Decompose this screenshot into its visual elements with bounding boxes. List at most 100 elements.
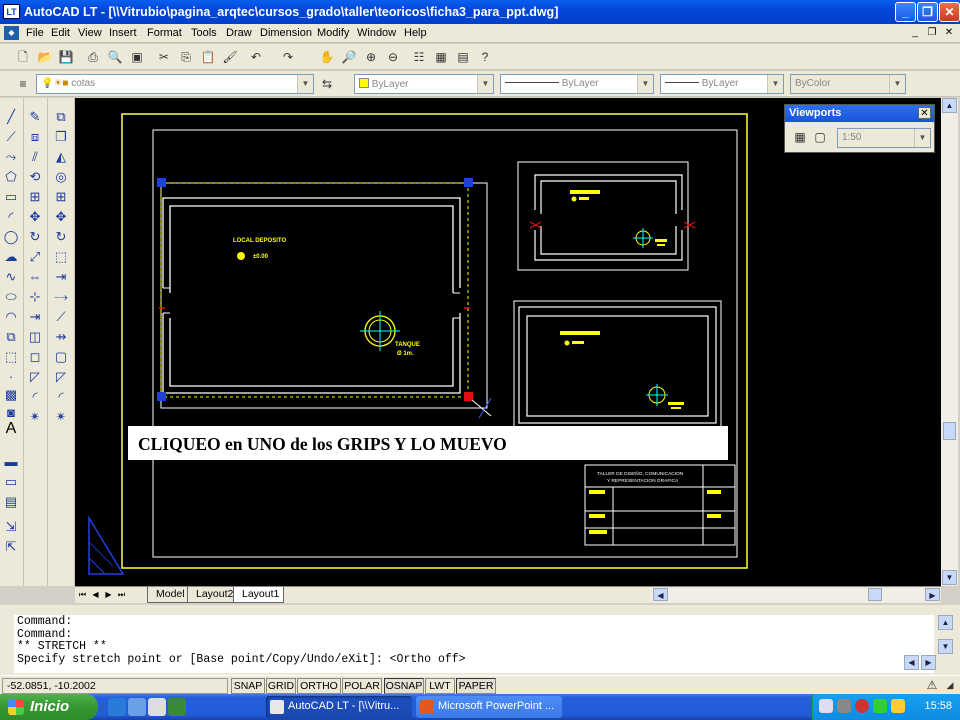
chevron-down-icon[interactable]: ▼ bbox=[297, 75, 313, 93]
layer-manager-icon[interactable]: ≡ bbox=[14, 75, 32, 93]
chevron-down-icon[interactable]: ▼ bbox=[914, 129, 930, 147]
document-icon[interactable]: ◆ bbox=[4, 26, 19, 40]
menu-insert[interactable]: Insert bbox=[109, 27, 137, 39]
menu-file[interactable]: File bbox=[26, 27, 44, 39]
task-autocad[interactable]: AutoCAD LT - [\\Vitru... bbox=[266, 696, 412, 718]
chevron-down-icon[interactable]: ▼ bbox=[637, 75, 653, 93]
coordinates-display[interactable]: -52.0851, -10.2002 bbox=[2, 678, 228, 694]
grip-bottom-left[interactable] bbox=[157, 392, 166, 401]
point-icon[interactable]: · bbox=[2, 368, 20, 386]
grip-top-left[interactable] bbox=[157, 178, 166, 187]
grip-bottom-right-hot[interactable] bbox=[464, 392, 473, 401]
dim-update-icon[interactable]: ⇱ bbox=[2, 538, 20, 556]
vertical-scrollbar[interactable]: ▲ ▼ bbox=[941, 98, 958, 586]
grip-top-right[interactable] bbox=[464, 178, 473, 187]
security-icon[interactable] bbox=[873, 699, 887, 713]
mirror-icon[interactable]: ◭ bbox=[52, 148, 70, 166]
scroll-right-icon[interactable]: ▶ bbox=[925, 588, 940, 601]
fillet-icon[interactable]: ◜ bbox=[26, 388, 44, 406]
viewports-dialog-icon[interactable]: ▦ bbox=[791, 128, 809, 146]
offset-icon[interactable]: ⟲ bbox=[26, 168, 44, 186]
preview-icon[interactable]: 🔍 bbox=[106, 48, 124, 66]
ie-icon[interactable] bbox=[108, 698, 126, 716]
circle-icon[interactable]: ◯ bbox=[2, 228, 20, 246]
maximize-button[interactable]: ❐ bbox=[917, 2, 938, 22]
cut-icon[interactable]: ✂ bbox=[155, 48, 173, 66]
spline-icon[interactable]: ∿ bbox=[2, 268, 20, 286]
drawing-area[interactable]: LOCAL DEPOSITO ±0.00 TANQUE Ø 1m. TALLER… bbox=[75, 98, 941, 586]
viewport-scale-dropdown[interactable]: 1:50 ▼ bbox=[837, 128, 931, 148]
open-icon[interactable]: 📂 bbox=[36, 48, 54, 66]
scroll-down-icon[interactable]: ▼ bbox=[942, 570, 957, 585]
doc-restore-icon[interactable]: ❐ bbox=[925, 27, 939, 40]
make-block-icon[interactable]: ⬚ bbox=[2, 348, 20, 366]
antivirus-icon[interactable] bbox=[855, 699, 869, 713]
scale-icon[interactable]: ⤢ bbox=[26, 248, 44, 266]
menu-view[interactable]: View bbox=[78, 27, 102, 39]
zoom-realtime-icon[interactable]: 🔎 bbox=[340, 48, 358, 66]
lineweight-dropdown[interactable]: ByLayer ▼ bbox=[660, 74, 784, 94]
offset-icon[interactable]: ◎ bbox=[52, 168, 70, 186]
arc-icon[interactable]: ◜ bbox=[2, 208, 20, 226]
break-icon[interactable]: ◫ bbox=[26, 328, 44, 346]
zoom-previous-icon[interactable]: ⊖ bbox=[384, 48, 402, 66]
toggle-osnap[interactable]: OSNAP bbox=[384, 678, 424, 694]
matchprop-icon[interactable]: 🖌 bbox=[221, 48, 239, 66]
menu-tools[interactable]: Tools bbox=[191, 27, 217, 39]
outlook-express-icon[interactable] bbox=[128, 698, 146, 716]
zoom-window-icon[interactable]: ⊕ bbox=[362, 48, 380, 66]
chevron-down-icon[interactable]: ▼ bbox=[767, 75, 783, 93]
menu-format[interactable]: Format bbox=[147, 27, 182, 39]
move-icon[interactable]: ✥ bbox=[52, 208, 70, 226]
menu-modify[interactable]: Modify bbox=[317, 27, 349, 39]
scroll-right-icon[interactable]: ▶ bbox=[921, 655, 936, 670]
print-icon[interactable]: ⎙ bbox=[84, 48, 102, 66]
scroll-thumb[interactable] bbox=[943, 422, 956, 440]
copy-icon[interactable]: ❐ bbox=[52, 128, 70, 146]
new-icon[interactable]: 🗋 bbox=[14, 48, 32, 66]
insert-block-icon[interactable]: ⧉ bbox=[2, 328, 20, 346]
stretch-icon[interactable]: ⇥ bbox=[52, 268, 70, 286]
dim-aligned-icon[interactable]: ▭ bbox=[2, 473, 20, 491]
redo-icon[interactable]: ↷ bbox=[279, 48, 297, 66]
save-icon[interactable]: 💾 bbox=[57, 48, 75, 66]
hscroll-thumb[interactable] bbox=[868, 588, 882, 601]
menu-window[interactable]: Window bbox=[357, 27, 396, 39]
media-player-icon[interactable] bbox=[168, 698, 186, 716]
close-button[interactable]: ✕ bbox=[939, 2, 960, 22]
layer-dropdown[interactable]: 💡☀■ cotas ▼ bbox=[36, 74, 314, 94]
last-tab-icon[interactable]: ⏭ bbox=[116, 589, 127, 601]
toolpalettes-icon[interactable]: ▤ bbox=[454, 48, 472, 66]
dim-style-icon[interactable]: ▤ bbox=[2, 493, 20, 511]
trim-icon[interactable]: ⊹ bbox=[26, 288, 44, 306]
copy-object-icon[interactable]: ⧈ bbox=[26, 128, 44, 146]
update-icon[interactable] bbox=[891, 699, 905, 713]
chevron-down-icon[interactable]: ▼ bbox=[477, 75, 493, 93]
rotate-icon[interactable]: ↻ bbox=[26, 228, 44, 246]
dim-linear-icon[interactable]: ▬ bbox=[2, 453, 20, 471]
stretch-icon[interactable]: ⇔ bbox=[26, 268, 44, 286]
mirror-icon[interactable]: ⫽ bbox=[26, 148, 44, 166]
doc-close-icon[interactable]: ✕ bbox=[942, 27, 956, 40]
menu-draw[interactable]: Draw bbox=[226, 27, 252, 39]
command-history[interactable]: Command: Command: ** STRETCH ** Specify … bbox=[14, 615, 934, 673]
revcloud-icon[interactable]: ☁ bbox=[2, 248, 20, 266]
speaker-icon[interactable] bbox=[837, 699, 851, 713]
clock[interactable]: 15:58 bbox=[924, 700, 952, 712]
pan-icon[interactable]: ✋ bbox=[318, 48, 336, 66]
chamfer-icon[interactable]: ◸ bbox=[52, 368, 70, 386]
properties-icon[interactable]: ☷ bbox=[410, 48, 428, 66]
toggle-paper[interactable]: PAPER bbox=[456, 678, 496, 694]
explode-icon[interactable]: ✴ bbox=[52, 408, 70, 426]
menu-help[interactable]: Help bbox=[404, 27, 427, 39]
ellipse-icon[interactable]: ⬭ bbox=[2, 288, 20, 306]
close-icon[interactable]: ✕ bbox=[918, 107, 931, 119]
array-icon[interactable]: ⊞ bbox=[26, 188, 44, 206]
break-icon[interactable]: ▢ bbox=[52, 348, 70, 366]
polygon-icon[interactable]: ⬠ bbox=[2, 168, 20, 186]
first-tab-icon[interactable]: ⏮ bbox=[77, 589, 88, 601]
task-powerpoint[interactable]: Microsoft PowerPoint ... bbox=[416, 696, 562, 718]
chevron-down-icon[interactable]: ▼ bbox=[889, 75, 905, 93]
undo-icon[interactable]: ↶ bbox=[247, 48, 265, 66]
rectangle-icon[interactable]: ▭ bbox=[2, 188, 20, 206]
